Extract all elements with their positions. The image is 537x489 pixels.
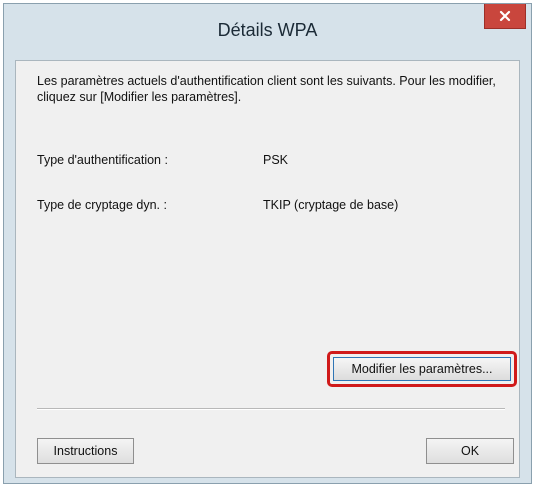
- encryption-type-label: Type de cryptage dyn. :: [37, 198, 167, 212]
- modify-settings-button[interactable]: Modifier les paramètres...: [333, 357, 511, 381]
- intro-text: Les paramètres actuels d'authentificatio…: [37, 74, 496, 104]
- close-icon: [499, 10, 511, 22]
- separator: [37, 408, 505, 410]
- dialog-content: Les paramètres actuels d'authentificatio…: [15, 60, 520, 478]
- title-bar: Détails WPA: [4, 4, 531, 62]
- auth-type-value: PSK: [263, 153, 289, 167]
- auth-type-label: Type d'authentification :: [37, 153, 168, 167]
- encryption-type-value: TKIP (cryptage de base): [263, 198, 399, 212]
- dialog-title: Détails WPA: [217, 20, 318, 40]
- instructions-button[interactable]: Instructions: [37, 438, 134, 464]
- modify-highlight: Modifier les paramètres...: [327, 351, 517, 387]
- close-button[interactable]: [484, 4, 526, 29]
- wpa-details-dialog: Détails WPA Les paramètres actuels d'aut…: [3, 3, 532, 484]
- ok-button[interactable]: OK: [426, 438, 514, 464]
